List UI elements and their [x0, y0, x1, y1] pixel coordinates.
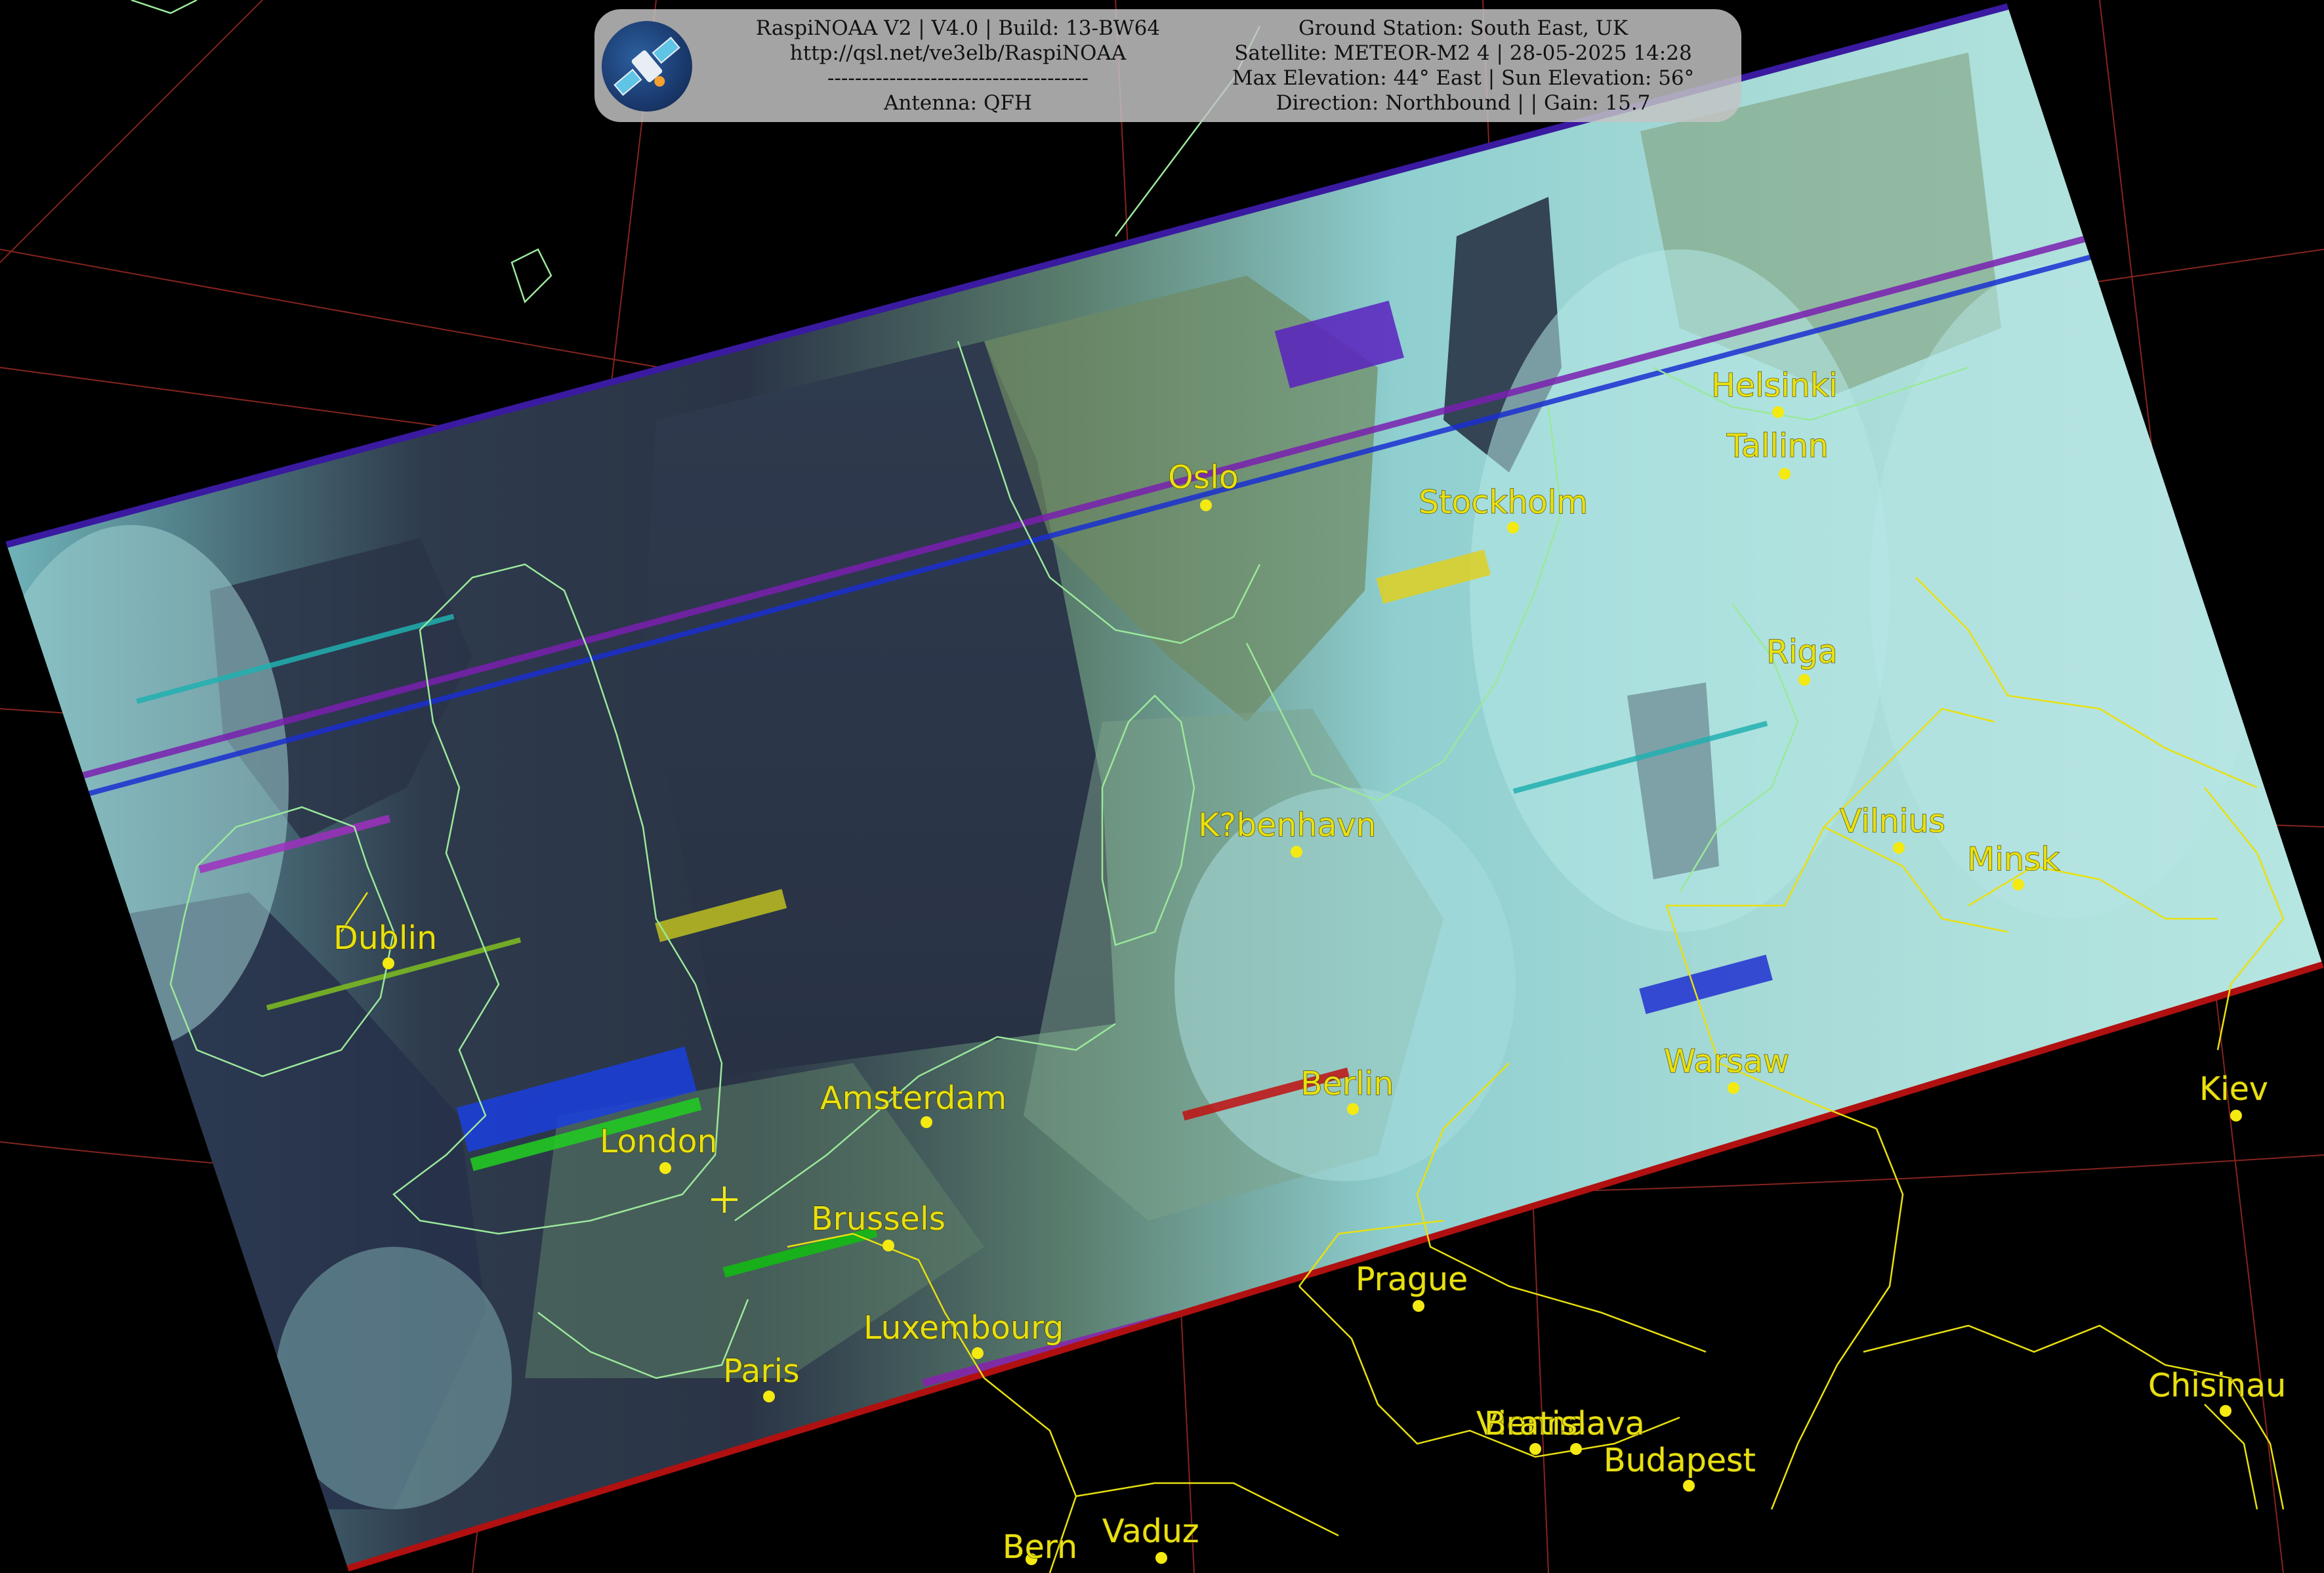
- city-label: Bratislava: [1484, 1405, 1645, 1442]
- city-label: Brussels: [811, 1200, 945, 1238]
- city-marker: Chisinau: [2148, 1366, 2287, 1417]
- city-label: K?benhavn: [1198, 807, 1377, 844]
- city-dot: [1155, 1552, 1167, 1564]
- city-label: Prague: [1356, 1261, 1468, 1298]
- city-label: Dublin: [333, 919, 437, 957]
- city-label: Warsaw: [1664, 1043, 1789, 1080]
- city-dot: [1570, 1443, 1582, 1455]
- map-viewport: Helsinki Tallinn Oslo Stockholm Riga K?benhav…: [0, 0, 2324, 1573]
- city-marker: Kiev: [2199, 1070, 2268, 1122]
- city-dot: [763, 1391, 775, 1402]
- city-marker: Bern: [1002, 1528, 1077, 1566]
- city-dot: [882, 1240, 894, 1251]
- city-label: Luxembourg: [863, 1309, 1064, 1347]
- city-dot: [921, 1116, 932, 1128]
- city-label: Vilnius: [1840, 803, 1945, 840]
- city-dot: [383, 957, 394, 969]
- city-marker: Vaduz: [1102, 1512, 1199, 1564]
- city-label: Budapest: [1604, 1442, 1756, 1479]
- header-ground-station: Ground Station: South East, UK: [1298, 16, 1628, 40]
- header-elevation: Max Elevation: 44° East | Sun Elevation:…: [1232, 66, 1695, 90]
- city-label: Oslo: [1168, 459, 1239, 496]
- city-dot: [1291, 846, 1302, 858]
- header-divider: --------------------------------------: [827, 66, 1089, 90]
- city-label: Stockholm: [1419, 484, 1588, 521]
- city-dot: [1798, 674, 1810, 686]
- city-label: Paris: [723, 1353, 800, 1390]
- city-dot: [1347, 1103, 1359, 1115]
- header-url: http://qsl.net/ve3elb/RaspiNOAA: [789, 41, 1127, 65]
- map-canvas: Helsinki Tallinn Oslo Stockholm Riga K?benhav…: [0, 0, 2324, 1573]
- city-marker: Budapest: [1603, 1441, 1756, 1492]
- header-satellite: Satellite: METEOR-M2 4 | 28-05-2025 14:2…: [1234, 41, 1692, 65]
- header-antenna: Antenna: QFH: [884, 91, 1032, 115]
- satellite-image-swath: [7, 7, 2323, 1568]
- city-label: Chisinau: [2148, 1367, 2286, 1404]
- city-label: Berlin: [1300, 1065, 1394, 1102]
- city-marker: Prague: [1355, 1260, 1468, 1312]
- satellite-icon: [602, 21, 692, 112]
- city-dot: [659, 1162, 671, 1174]
- city-dot: [1772, 406, 1784, 418]
- header-version: RaspiNOAA V2 | V4.0 | Build: 13-BW64: [755, 16, 1161, 40]
- city-dot: [2220, 1405, 2231, 1417]
- city-dot: [1893, 842, 1905, 854]
- city-label: Tallinn: [1726, 427, 1829, 465]
- city-dot: [2230, 1110, 2242, 1122]
- city-dot: [1529, 1443, 1541, 1455]
- header-direction: Direction: Northbound | | Gain: 15.7: [1276, 91, 1651, 115]
- city-label: Kiev: [2199, 1070, 2268, 1108]
- city-dot: [1683, 1480, 1695, 1492]
- city-label: Amsterdam: [820, 1080, 1006, 1117]
- city-dot: [1728, 1082, 1739, 1094]
- city-dot: [1200, 499, 1212, 511]
- city-dot: [972, 1347, 984, 1359]
- city-label: Bern: [1003, 1528, 1077, 1566]
- city-label: Helsinki: [1711, 367, 1838, 404]
- city-label: London: [600, 1123, 718, 1160]
- city-label: Minsk: [1967, 841, 2060, 878]
- city-dot: [1413, 1300, 1424, 1312]
- city-dot: [2012, 879, 2024, 891]
- city-label: Riga: [1766, 633, 1838, 671]
- city-label: Vaduz: [1102, 1513, 1199, 1550]
- city-dot: [1779, 468, 1791, 480]
- city-dot: [1507, 522, 1519, 534]
